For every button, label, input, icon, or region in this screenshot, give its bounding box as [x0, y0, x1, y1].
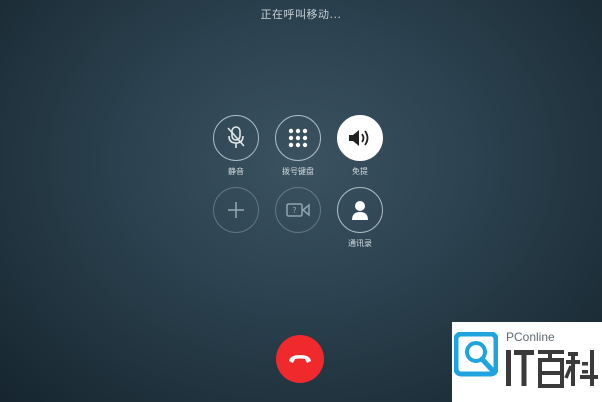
call-status-text: 正在呼叫移动... — [260, 8, 342, 21]
person-icon — [352, 201, 368, 220]
speaker-label: 免提 — [352, 167, 368, 176]
facetime-button[interactable]: ? — [275, 187, 321, 233]
watermark: PConline — [452, 322, 602, 402]
contacts-label: 通讯录 — [348, 239, 372, 248]
call-screen: 正在呼叫移动... 静音 拨号键盘 免提 ? 通讯录 PConline — [0, 0, 602, 402]
hang-up-icon — [289, 355, 311, 363]
video-camera-icon: ? — [286, 203, 310, 217]
mute-label: 静音 — [228, 167, 244, 176]
contacts-button[interactable] — [337, 187, 383, 233]
magnifier-logo-icon — [454, 332, 498, 377]
plus-icon — [228, 202, 244, 218]
add-call-button[interactable] — [213, 187, 259, 233]
mute-button[interactable] — [213, 115, 259, 161]
keypad-button[interactable] — [275, 115, 321, 161]
watermark-brand-logo — [506, 350, 598, 388]
speaker-button[interactable] — [337, 115, 383, 161]
end-call-button[interactable] — [276, 335, 324, 383]
keypad-label: 拨号键盘 — [282, 167, 314, 176]
speaker-icon — [349, 130, 369, 146]
keypad-icon — [288, 128, 308, 148]
microphone-muted-icon — [227, 126, 245, 148]
svg-text:?: ? — [292, 206, 296, 215]
watermark-site-text: PConline — [506, 330, 555, 344]
